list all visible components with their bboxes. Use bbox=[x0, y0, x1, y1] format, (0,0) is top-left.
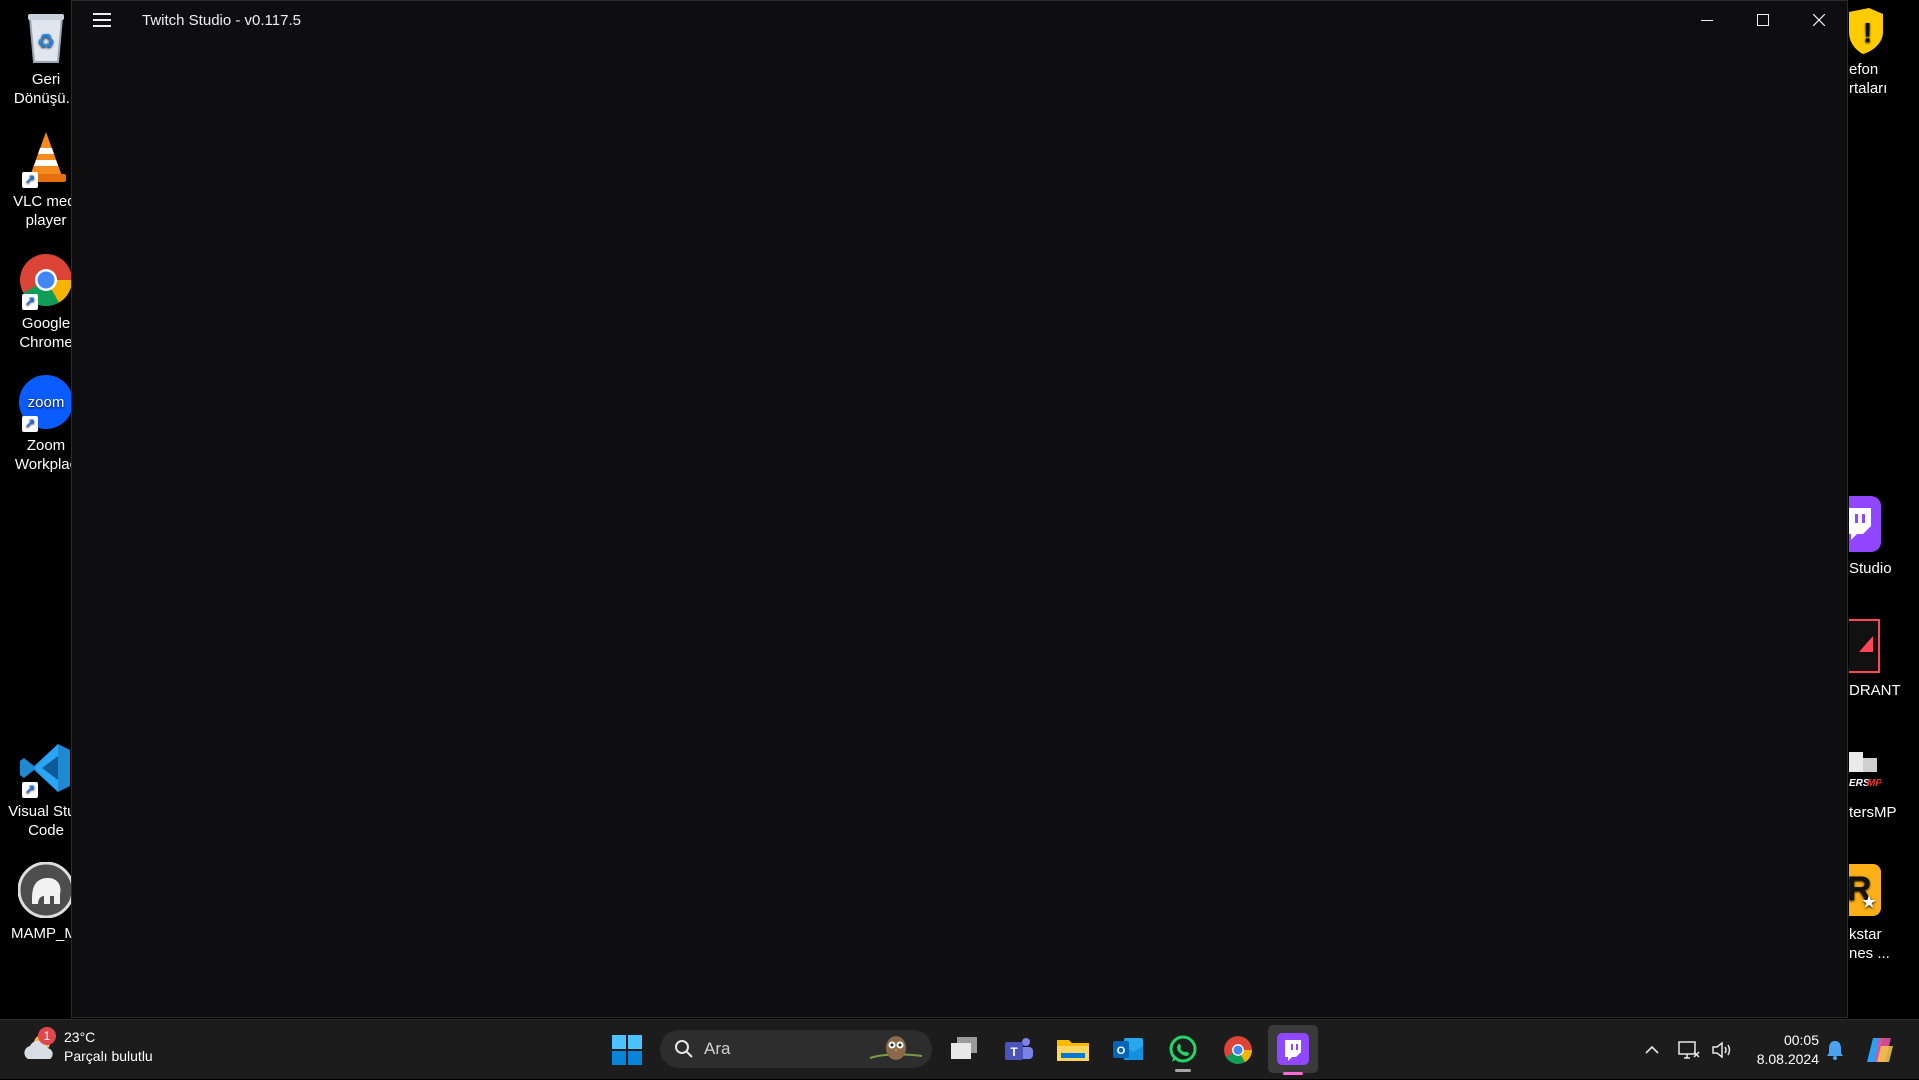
show-hidden-icons-button[interactable] bbox=[1636, 1020, 1668, 1080]
partly-cloudy-icon: 1 bbox=[22, 1027, 58, 1063]
svg-text:T: T bbox=[1010, 1045, 1018, 1059]
hamburger-menu-icon[interactable] bbox=[86, 4, 118, 36]
twitch-studio-icon bbox=[1277, 1033, 1309, 1065]
desktop-icon-label: DRANT bbox=[1849, 682, 1901, 699]
windows-logo-icon bbox=[612, 1035, 642, 1065]
desktop-icon-label: rtaları bbox=[1849, 80, 1888, 97]
teams-button[interactable]: T bbox=[999, 1030, 1039, 1070]
truck-icon: ERS MP bbox=[1849, 740, 1882, 796]
vlc-cone-icon: ↗ bbox=[18, 130, 74, 188]
file-explorer-button[interactable] bbox=[1053, 1030, 1093, 1070]
window-content-area bbox=[72, 39, 1847, 1017]
desktop-icon-twitch-studio[interactable]: Studio bbox=[1825, 496, 1919, 578]
minimize-icon bbox=[1701, 20, 1713, 21]
bell-icon bbox=[1827, 1041, 1843, 1060]
clock-time: 00:05 bbox=[1783, 1032, 1819, 1048]
chrome-taskbar-button[interactable] bbox=[1218, 1030, 1258, 1070]
title-bar[interactable]: Twitch Studio - v0.117.5 bbox=[72, 1, 1847, 39]
weather-badge: 1 bbox=[38, 1027, 56, 1045]
search-icon bbox=[675, 1040, 693, 1058]
desktop-icon-label: tersMP bbox=[1849, 804, 1897, 821]
shortcut-arrow-icon: ↗ bbox=[22, 294, 38, 310]
teams-icon: T bbox=[1005, 1038, 1033, 1060]
running-indicator bbox=[1283, 1072, 1303, 1075]
folder-icon bbox=[1057, 1040, 1089, 1061]
shortcut-arrow-icon: ↗ bbox=[22, 416, 38, 432]
desktop-icon-right-1[interactable]: ! efon rtaları bbox=[1849, 8, 1919, 98]
notifications-button[interactable] bbox=[1822, 1020, 1848, 1080]
task-view-icon bbox=[951, 1037, 977, 1059]
svg-text:★: ★ bbox=[1861, 892, 1877, 913]
network-icon bbox=[1678, 1041, 1700, 1059]
shortcut-arrow-icon: ↗ bbox=[22, 782, 38, 798]
window-title: Twitch Studio - v0.117.5 bbox=[142, 11, 301, 29]
desktop-icon-rockstar[interactable]: R ★ kstar nes ... bbox=[1825, 862, 1919, 963]
svg-text:!: ! bbox=[1863, 17, 1872, 48]
maximize-button[interactable] bbox=[1735, 1, 1791, 39]
network-button[interactable] bbox=[1674, 1020, 1704, 1080]
running-indicator bbox=[1175, 1069, 1191, 1072]
weather-widget[interactable]: 1 23°C Parçalı bulutlu bbox=[22, 1027, 153, 1066]
window-controls bbox=[1679, 1, 1847, 39]
minimize-button[interactable] bbox=[1679, 1, 1735, 39]
twitch-studio-window: Twitch Studio - v0.117.5 bbox=[71, 0, 1848, 1018]
desktop-icon-label: nes ... bbox=[1849, 945, 1890, 962]
search-highlight-owl-icon bbox=[868, 1034, 924, 1064]
close-button[interactable] bbox=[1791, 1, 1847, 39]
shortcut-arrow-icon: ↗ bbox=[22, 172, 38, 188]
shield-warning-icon: ! bbox=[1849, 8, 1885, 54]
copilot-button[interactable] bbox=[1862, 1020, 1898, 1080]
clock-date: 8.08.2024 bbox=[1756, 1051, 1819, 1067]
start-button[interactable] bbox=[607, 1030, 647, 1070]
whatsapp-button[interactable] bbox=[1163, 1030, 1203, 1072]
valorant-icon bbox=[1824, 618, 1881, 674]
rockstar-icon: R ★ bbox=[1825, 862, 1881, 918]
mamp-elephant-icon bbox=[17, 861, 75, 919]
chrome-icon bbox=[1224, 1036, 1252, 1064]
weather-condition: Parçalı bulutlu bbox=[64, 1048, 153, 1064]
svg-text:♻: ♻ bbox=[37, 29, 55, 53]
twitch-studio-icon bbox=[1825, 496, 1881, 552]
weather-temperature: 23°C bbox=[64, 1029, 96, 1045]
taskbar: 1 23°C Parçalı bulutlu Ara T O 00:05 8.0… bbox=[0, 1019, 1919, 1079]
close-icon bbox=[1813, 14, 1825, 26]
task-view-button[interactable] bbox=[944, 1030, 984, 1070]
system-clock[interactable]: 00:05 8.08.2024 bbox=[1757, 1031, 1819, 1069]
svg-text:O: O bbox=[1117, 1045, 1126, 1057]
chrome-icon: ↗ bbox=[18, 252, 74, 310]
taskbar-search[interactable]: Ara bbox=[660, 1030, 932, 1068]
desktop-icon-label: efon bbox=[1849, 61, 1879, 78]
desktop-icon-truckersmp[interactable]: ERS MP tersMP bbox=[1849, 740, 1919, 822]
desktop-icon-valorant[interactable]: DRANT bbox=[1824, 618, 1919, 700]
copilot-icon bbox=[1867, 1038, 1893, 1062]
outlook-icon: O bbox=[1113, 1038, 1143, 1060]
svg-text:zoom: zoom bbox=[28, 394, 65, 411]
desktop-icon-label: Studio bbox=[1849, 560, 1892, 577]
vscode-icon: ↗ bbox=[18, 740, 74, 798]
outlook-button[interactable]: O bbox=[1108, 1030, 1148, 1070]
twitch-studio-taskbar-button[interactable] bbox=[1268, 1025, 1318, 1075]
zoom-icon: zoom ↗ bbox=[18, 374, 74, 432]
speaker-icon bbox=[1712, 1041, 1731, 1059]
whatsapp-icon bbox=[1169, 1035, 1197, 1063]
search-placeholder: Ara bbox=[704, 1039, 731, 1058]
desktop-icon-label: kstar bbox=[1849, 926, 1882, 943]
maximize-icon bbox=[1757, 14, 1769, 26]
volume-button[interactable] bbox=[1707, 1020, 1737, 1080]
chevron-up-icon bbox=[1645, 1045, 1659, 1054]
svg-text:MP: MP bbox=[1867, 778, 1881, 789]
recycle-bin-icon: ♻ bbox=[18, 8, 74, 64]
